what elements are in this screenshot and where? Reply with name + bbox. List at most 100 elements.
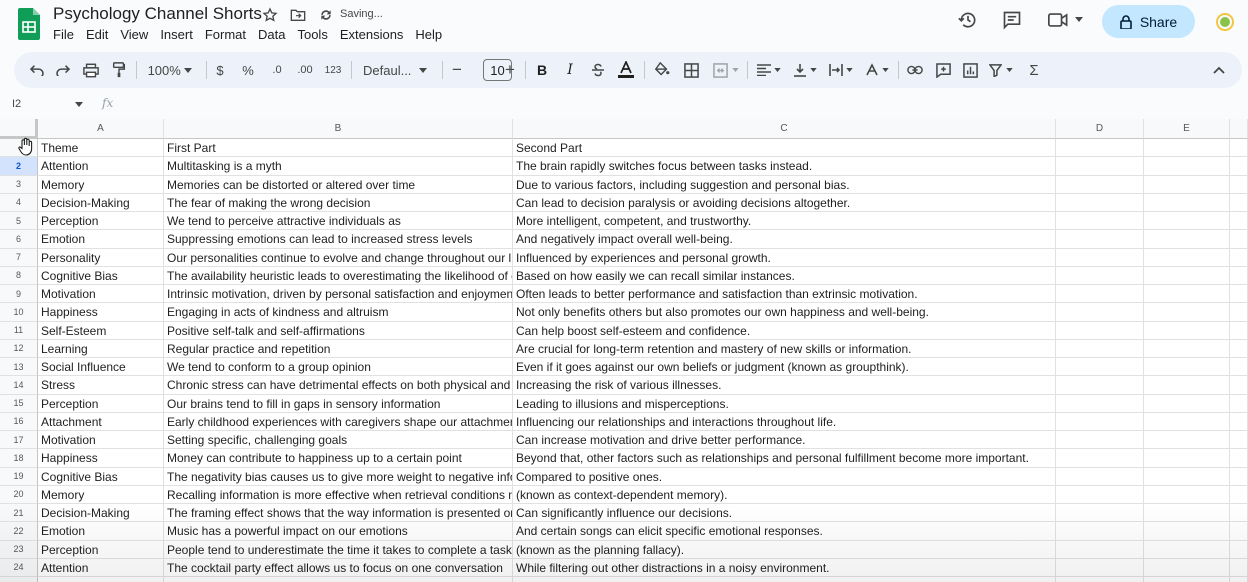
cell-e[interactable]	[1144, 157, 1230, 176]
cell-f[interactable]	[1230, 431, 1248, 450]
cell-f[interactable]	[1230, 358, 1248, 377]
cell-b[interactable]: Positive self-talk and self-affirmations	[164, 321, 513, 340]
row-header[interactable]: 9	[0, 285, 38, 304]
comments-icon[interactable]	[1002, 10, 1022, 30]
italic-button[interactable]: I	[560, 52, 580, 88]
cell-f[interactable]	[1230, 522, 1248, 541]
cell-f[interactable]	[1230, 303, 1248, 322]
paint-format-button[interactable]	[108, 52, 130, 88]
cell-f[interactable]	[1230, 339, 1248, 358]
cell-a[interactable]: Cognitive Bias	[38, 266, 164, 285]
font-family-select[interactable]: Defaul...	[357, 52, 433, 88]
cell-b[interactable]: We tend to conform to a group opinion	[164, 358, 513, 377]
cell-a[interactable]: Perception	[38, 540, 164, 559]
cell-b[interactable]: Engaging in acts of kindness and altruis…	[164, 303, 513, 322]
cell-e[interactable]	[1144, 193, 1230, 212]
column-header-e[interactable]: E	[1144, 119, 1230, 139]
cell-f[interactable]	[1230, 230, 1248, 249]
cell-e[interactable]	[1144, 540, 1230, 559]
row-header[interactable]: 16	[0, 412, 38, 431]
cell-f[interactable]	[1230, 467, 1248, 486]
cell-f[interactable]	[1230, 139, 1248, 158]
cell-c[interactable]: Due to various factors, including sugges…	[513, 175, 1056, 194]
row-header[interactable]: 20	[0, 485, 38, 504]
cell-d[interactable]	[1056, 577, 1144, 582]
cell-c[interactable]: While filtering out other distractions i…	[513, 558, 1056, 577]
cell-e[interactable]	[1144, 303, 1230, 322]
cell-b[interactable]: The cocktail party effect allows us to f…	[164, 558, 513, 577]
cell-c[interactable]: Influenced by experiences and personal g…	[513, 248, 1056, 267]
cell-f[interactable]	[1230, 157, 1248, 176]
cell-a[interactable]: Self-Esteem	[38, 321, 164, 340]
cell-e[interactable]	[1144, 431, 1230, 450]
row-header[interactable]: 2	[0, 157, 38, 176]
cell-a[interactable]: Memory	[38, 485, 164, 504]
version-history-icon[interactable]	[958, 10, 978, 30]
row-header[interactable]: 21	[0, 504, 38, 523]
cell-d[interactable]	[1056, 266, 1144, 285]
menu-help[interactable]: Help	[409, 27, 448, 43]
cell-c[interactable]: Leading to illusions and misperceptions.	[513, 394, 1056, 413]
text-color-button[interactable]	[615, 52, 637, 88]
cell-f[interactable]	[1230, 504, 1248, 523]
cell-b[interactable]: The framing effect shows that the way in…	[164, 504, 513, 523]
cell-f[interactable]	[1230, 212, 1248, 231]
cell-a[interactable]: Theme	[38, 139, 164, 158]
row-header[interactable]: 15	[0, 394, 38, 413]
cell-c[interactable]: Based on how easily we can recall simila…	[513, 266, 1056, 285]
cell-e[interactable]	[1144, 467, 1230, 486]
row-header[interactable]: 19	[0, 467, 38, 486]
cell-b[interactable]: Recalling information is more effective …	[164, 485, 513, 504]
cell-e[interactable]	[1144, 139, 1230, 158]
cell-c[interactable]: Can significantly influence our decision…	[513, 504, 1056, 523]
cell-c[interactable]: And negatively impact overall well-being…	[513, 230, 1056, 249]
cell-d[interactable]	[1056, 157, 1144, 176]
cell-a[interactable]: Emotion	[38, 230, 164, 249]
cell-c[interactable]: (known as context-dependent memory).	[513, 485, 1056, 504]
cell-d[interactable]	[1056, 558, 1144, 577]
bold-button[interactable]: B	[532, 52, 552, 88]
cell-c[interactable]: Beyond that, other factors such as relat…	[513, 449, 1056, 468]
column-header-f[interactable]	[1230, 119, 1248, 139]
menu-tools[interactable]: Tools	[291, 27, 333, 43]
cell-d[interactable]	[1056, 193, 1144, 212]
cell-c[interactable]: Often leads to better performance and sa…	[513, 285, 1056, 304]
cell-a[interactable]: Happiness	[38, 303, 164, 322]
cell-d[interactable]	[1056, 248, 1144, 267]
row-header[interactable]: 4	[0, 193, 38, 212]
cell-d[interactable]	[1056, 504, 1144, 523]
cell-b[interactable]: The availability heuristic leads to over…	[164, 266, 513, 285]
cell-b[interactable]: Music has a powerful impact on our emoti…	[164, 522, 513, 541]
cell-d[interactable]	[1056, 412, 1144, 431]
cell-c[interactable]: Influencing our relationships and intera…	[513, 412, 1056, 431]
cell-a[interactable]: Decision-Making	[38, 504, 164, 523]
cell-a[interactable]: Perception	[38, 212, 164, 231]
cell-b[interactable]	[164, 577, 513, 582]
cell-c[interactable]: Even if it goes against our own beliefs …	[513, 358, 1056, 377]
text-rotation-button[interactable]	[862, 52, 892, 88]
row-header[interactable]: 5	[0, 212, 38, 231]
increase-decimal-button[interactable]: .00	[293, 52, 317, 88]
cell-c[interactable]: Compared to positive ones.	[513, 467, 1056, 486]
cell-a[interactable]: Social Influence	[38, 358, 164, 377]
cell-e[interactable]	[1144, 321, 1230, 340]
menu-view[interactable]: View	[114, 27, 154, 43]
menu-data[interactable]: Data	[252, 27, 291, 43]
currency-format-button[interactable]: $	[212, 52, 228, 88]
name-box[interactable]: I2	[12, 98, 21, 110]
cell-d[interactable]	[1056, 175, 1144, 194]
cell-d[interactable]	[1056, 394, 1144, 413]
strikethrough-button[interactable]	[588, 52, 608, 88]
cell-c[interactable]: Not only benefits others but also promot…	[513, 303, 1056, 322]
text-wrap-button[interactable]	[826, 52, 856, 88]
cell-e[interactable]	[1144, 504, 1230, 523]
cell-e[interactable]	[1144, 230, 1230, 249]
row-header[interactable]: 7	[0, 248, 38, 267]
star-icon[interactable]	[262, 7, 278, 23]
cell-c[interactable]: (known as the planning fallacy).	[513, 540, 1056, 559]
cell-e[interactable]	[1144, 175, 1230, 194]
horizontal-align-button[interactable]	[754, 52, 784, 88]
merge-cells-button[interactable]	[710, 52, 742, 88]
insert-chart-button[interactable]	[959, 52, 981, 88]
cell-b[interactable]: People tend to underestimate the time it…	[164, 540, 513, 559]
